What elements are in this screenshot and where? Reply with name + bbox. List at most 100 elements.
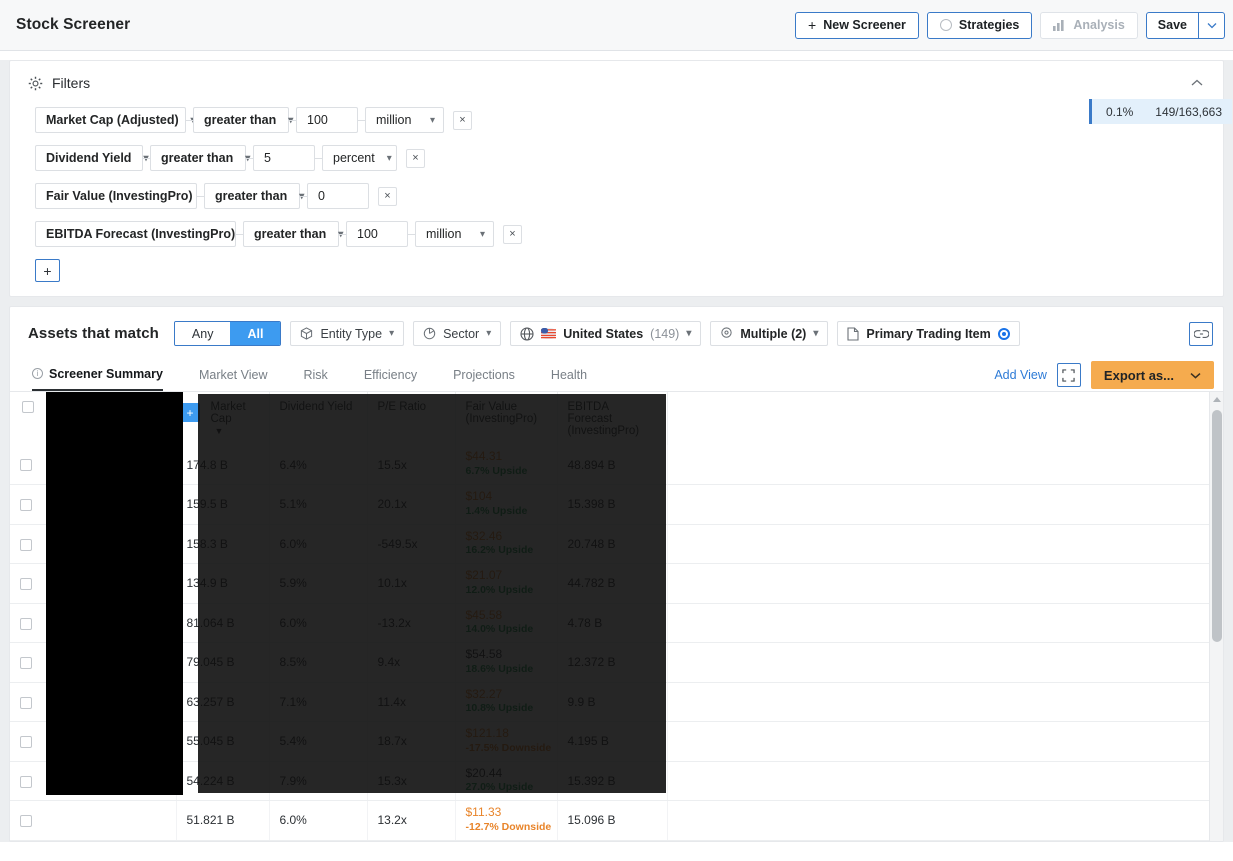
filter-operator-select[interactable]: greater than ▾ bbox=[193, 107, 293, 133]
row-checkbox[interactable] bbox=[20, 538, 32, 551]
row-checkbox[interactable] bbox=[20, 657, 32, 670]
row-checkbox[interactable] bbox=[20, 499, 32, 512]
column-header-market-cap[interactable]: + Market Cap ▼ bbox=[176, 392, 270, 445]
filter-unit-label: million bbox=[376, 113, 412, 127]
table-row[interactable]: 55.045 B 5.4% 18.7x $121.18 -17.5% Downs… bbox=[10, 721, 1222, 762]
row-checkbox[interactable] bbox=[20, 775, 32, 788]
sort-descending-icon[interactable]: ▼ bbox=[215, 426, 224, 436]
entity-type-filter[interactable]: Entity Type ▾ bbox=[290, 321, 405, 346]
table-row[interactable]: 159.5 B 5.1% 20.1x $104 1.4% Upside 15.3… bbox=[10, 484, 1222, 525]
copy-link-button[interactable] bbox=[1189, 321, 1213, 346]
exchange-filter[interactable]: Multiple (2) ▾ bbox=[710, 321, 829, 346]
tab-efficiency[interactable]: Efficiency bbox=[364, 359, 417, 391]
add-view-link[interactable]: Add View bbox=[994, 368, 1047, 382]
select-all-checkbox[interactable] bbox=[22, 401, 34, 413]
row-checkbox[interactable] bbox=[20, 617, 32, 630]
filter-operator-select[interactable]: greater than ▾ bbox=[243, 221, 343, 247]
filter-connector bbox=[300, 195, 307, 197]
filter-value-input[interactable]: 5 bbox=[253, 145, 315, 171]
remove-filter-button[interactable]: × bbox=[453, 110, 472, 130]
row-checkbox[interactable] bbox=[20, 815, 32, 828]
assets-card: Assets that match Any All Entity Type ▾ bbox=[9, 306, 1224, 842]
tab-risk[interactable]: Risk bbox=[304, 359, 328, 391]
filter-unit-select[interactable]: million ▾ bbox=[415, 221, 494, 247]
column-header-fair-value[interactable]: Fair Value (InvestingPro) bbox=[455, 392, 558, 445]
column-header-pe-ratio[interactable]: P/E Ratio bbox=[367, 392, 456, 445]
match-mode-any[interactable]: Any bbox=[174, 322, 231, 345]
filter-connector bbox=[289, 119, 296, 121]
match-mode-all[interactable]: All bbox=[230, 322, 281, 345]
tab-screener-summary[interactable]: i Screener Summary bbox=[32, 359, 163, 391]
tab-market-view[interactable]: Market View bbox=[199, 359, 268, 391]
filter-metric-select[interactable]: Market Cap (Adjusted) ▾ bbox=[35, 107, 196, 133]
match-mode-toggle[interactable]: Any All bbox=[173, 321, 282, 346]
table-row[interactable]: 79.045 B 8.5% 9.4x $54.58 18.6% Upside 1… bbox=[10, 642, 1222, 683]
remove-filter-button[interactable]: × bbox=[406, 148, 425, 168]
save-label: Save bbox=[1157, 18, 1187, 32]
new-screener-label: New Screener bbox=[823, 18, 906, 32]
save-dropdown-toggle[interactable] bbox=[1199, 11, 1225, 39]
table-row[interactable]: 63.257 B 7.1% 11.4x $32.27 10.8% Upside … bbox=[10, 682, 1222, 722]
filter-unit-select[interactable]: percent ▾ bbox=[322, 145, 397, 171]
collapse-filters-chevron-up-icon[interactable] bbox=[1191, 79, 1207, 87]
export-button[interactable]: Export as... bbox=[1090, 361, 1214, 389]
filter-metric-select[interactable]: EBITDA Forecast (InvestingPro) ▾ bbox=[35, 221, 252, 247]
column-header-ebitda-forecast[interactable]: EBITDA Forecast (InvestingPro) bbox=[557, 392, 668, 445]
primary-trading-item-filter[interactable]: Primary Trading Item bbox=[837, 321, 1020, 346]
filter-operator-select[interactable]: greater than ▾ bbox=[204, 183, 304, 209]
cell-dividend-yield bbox=[269, 840, 368, 841]
add-filter-button[interactable]: + bbox=[35, 259, 60, 282]
table-row[interactable]: 158.3 B 6.0% -549.5x $32.46 16.2% Upside… bbox=[10, 524, 1222, 564]
cell-pe-ratio: 15.3x bbox=[367, 761, 456, 801]
fullscreen-button[interactable] bbox=[1056, 363, 1081, 387]
filter-unit-select[interactable]: million ▾ bbox=[365, 107, 444, 133]
cell-fair-value: $121.18 -17.5% Downside bbox=[455, 721, 558, 762]
scroll-up-arrow-icon[interactable] bbox=[1213, 397, 1221, 402]
table-row[interactable]: 134.9 B 5.9% 10.1x $21.07 12.0% Upside 4… bbox=[10, 563, 1222, 604]
table-row[interactable]: 54.224 B 7.9% 15.3x $20.44 27.0% Upside … bbox=[10, 761, 1222, 801]
exchange-label: Multiple (2) bbox=[740, 326, 807, 341]
filter-connector bbox=[186, 119, 193, 121]
country-filter[interactable]: United States (149) ▾ bbox=[510, 321, 702, 346]
remove-filter-button[interactable]: × bbox=[378, 186, 397, 206]
cell-ebitda-forecast: 4.78 B bbox=[557, 603, 668, 643]
cell-pe-ratio: 18.7x bbox=[367, 721, 456, 762]
add-column-button[interactable]: + bbox=[180, 403, 200, 422]
filter-connector bbox=[143, 157, 150, 159]
filter-operator-select[interactable]: greater than ▾ bbox=[150, 145, 250, 171]
filter-value-input[interactable]: 100 bbox=[296, 107, 358, 133]
tab-projections[interactable]: Projections bbox=[453, 359, 515, 391]
row-checkbox[interactable] bbox=[20, 736, 32, 749]
filter-metric-select[interactable]: Fair Value (InvestingPro) ▾ bbox=[35, 183, 210, 209]
strategies-button[interactable]: Strategies bbox=[926, 11, 1033, 39]
filter-connector bbox=[339, 233, 346, 235]
table-header-row: Name + Market Cap ▼ Dividend Yield P/E R… bbox=[10, 392, 1222, 445]
filter-operator-label: greater than bbox=[215, 189, 288, 203]
analysis-button[interactable]: Analysis bbox=[1040, 11, 1138, 39]
cell-market-cap bbox=[176, 840, 270, 841]
row-checkbox[interactable] bbox=[20, 578, 32, 591]
table-row[interactable]: 174.8 B 6.4% 15.5x $44.31 6.7% Upside 48… bbox=[10, 445, 1222, 485]
tab-health[interactable]: Health bbox=[551, 359, 587, 391]
vertical-scrollbar[interactable] bbox=[1209, 392, 1223, 841]
filter-value-input[interactable]: 100 bbox=[346, 221, 408, 247]
row-checkbox[interactable] bbox=[20, 696, 32, 709]
new-screener-button[interactable]: + New Screener bbox=[795, 11, 919, 39]
analysis-label: Analysis bbox=[1073, 18, 1125, 32]
sector-filter[interactable]: Sector ▾ bbox=[413, 321, 502, 346]
remove-filter-button[interactable]: × bbox=[503, 224, 522, 244]
primary-trading-item-radio[interactable] bbox=[997, 327, 1010, 340]
table-row[interactable]: $51.78 bbox=[10, 840, 1222, 841]
row-checkbox[interactable] bbox=[20, 459, 32, 472]
table-row[interactable]: 51.821 B 6.0% 13.2x $11.33 -12.7% Downsi… bbox=[10, 800, 1222, 841]
filter-metric-select[interactable]: Dividend Yield ▾ bbox=[35, 145, 148, 171]
filter-value-input[interactable]: 0 bbox=[307, 183, 369, 209]
scrollbar-thumb[interactable] bbox=[1212, 410, 1222, 642]
column-header-dividend-yield[interactable]: Dividend Yield bbox=[269, 392, 368, 445]
cell-market-cap: 79.045 B bbox=[176, 642, 270, 683]
gear-icon bbox=[28, 76, 43, 91]
cell-fair-value: $51.78 bbox=[455, 840, 558, 841]
cell-dividend-yield: 5.4% bbox=[269, 721, 368, 762]
table-row[interactable]: 81.064 B 6.0% -13.2x $45.58 14.0% Upside… bbox=[10, 603, 1222, 643]
save-button[interactable]: Save bbox=[1145, 11, 1199, 39]
